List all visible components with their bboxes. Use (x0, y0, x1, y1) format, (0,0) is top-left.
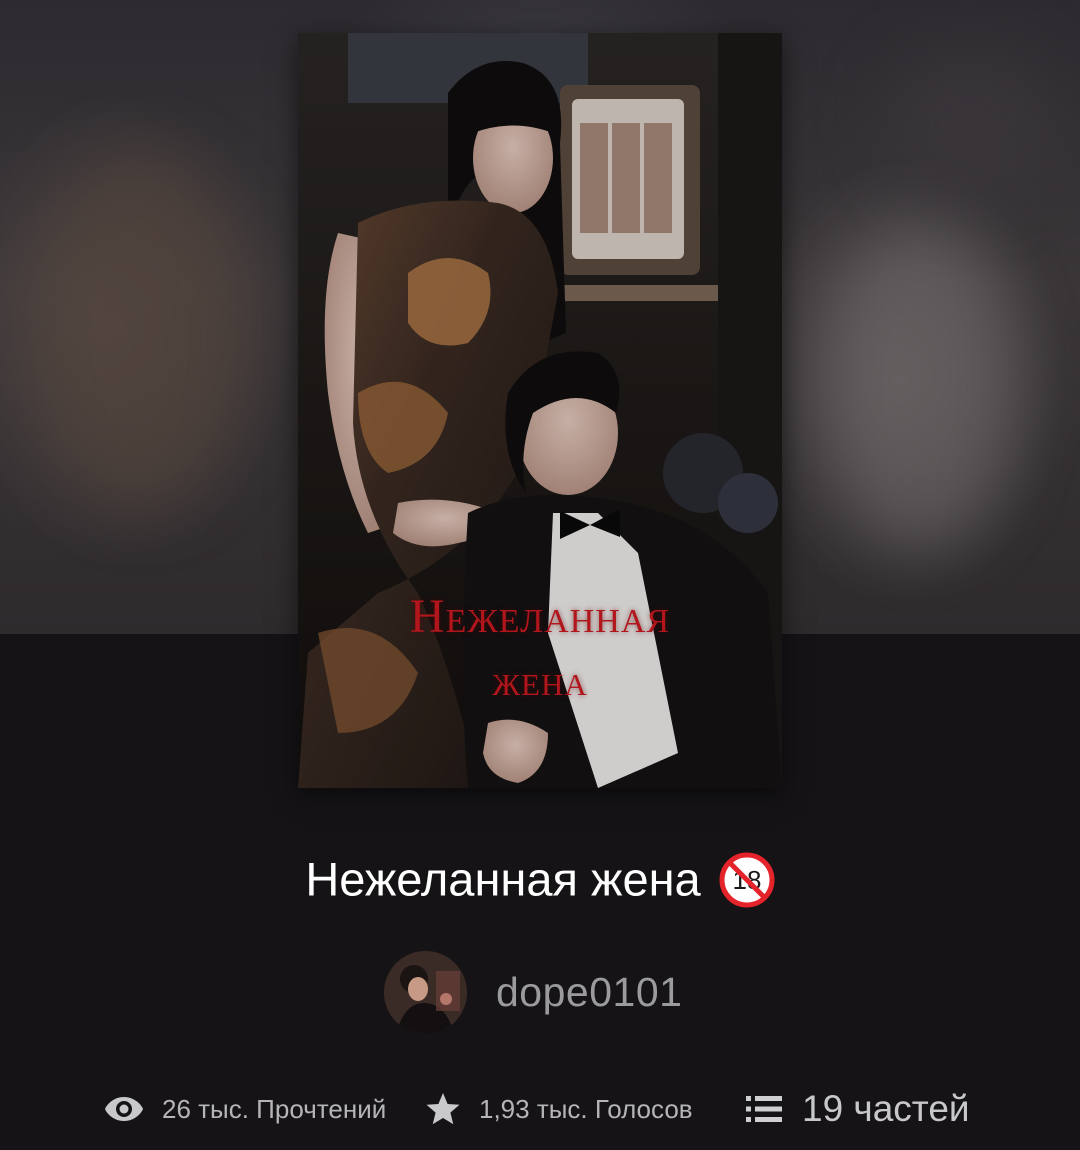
parts-count[interactable]: 19 частей (802, 1088, 970, 1130)
author-name[interactable]: dope0101 (496, 969, 682, 1016)
story-title: Нежеланная жена 18 (0, 846, 1080, 910)
author-link[interactable]: dope0101 (384, 950, 682, 1034)
eye-icon (104, 1095, 144, 1123)
cover-title-line1: Нежеланная (409, 590, 671, 643)
story-page: Нежеланная жена Нежеланная жена 18 dope0… (0, 0, 1080, 1150)
votes-stat: 1,93 тыс. Голосов (425, 1084, 693, 1134)
votes-count: 1,93 тыс. Голосов (479, 1093, 693, 1124)
star-icon (425, 1092, 461, 1126)
parts-stat[interactable]: 19 частей (746, 1084, 970, 1134)
adult-content-18-icon: 18 (719, 852, 775, 908)
reads-count: 26 тыс. Прочтений (162, 1093, 387, 1124)
avatar[interactable] (384, 950, 467, 1034)
cover-title-line2: жена (492, 656, 588, 705)
story-title-text: Нежеланная жена (305, 852, 701, 906)
list-icon (746, 1094, 782, 1124)
reads-stat: 26 тыс. Прочтений (104, 1084, 386, 1134)
book-cover[interactable]: Нежеланная жена (298, 33, 782, 788)
